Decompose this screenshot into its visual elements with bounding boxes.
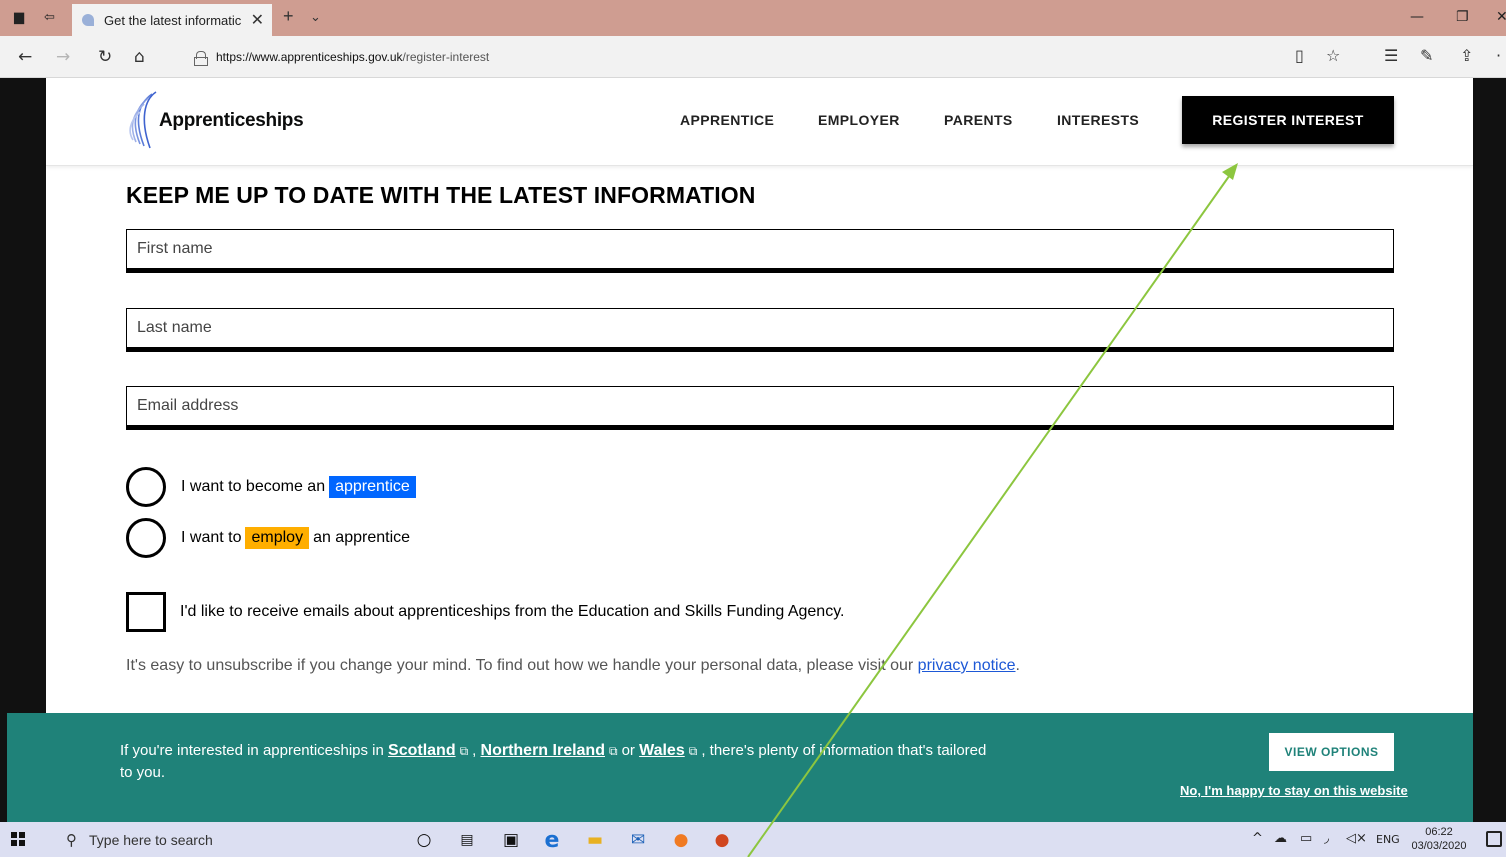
apprenticeships-logo[interactable]: Apprenticeships: [126, 90, 306, 150]
apprentice-highlight: apprentice: [329, 476, 416, 498]
view-options-button[interactable]: VIEW OPTIONS: [1269, 733, 1394, 771]
nav-interests[interactable]: INTERESTS: [1057, 112, 1139, 128]
external-link-icon: ⧉: [688, 744, 698, 758]
back-icon[interactable]: ←: [18, 47, 32, 67]
url-path: /register-interest: [402, 50, 490, 64]
site-favicon-icon: [82, 14, 94, 26]
banner-pre: If you're interested in apprenticeships …: [120, 742, 384, 759]
close-window-icon[interactable]: ✕: [1496, 9, 1506, 25]
stay-on-website-link[interactable]: No, I'm happy to stay on this website: [1180, 783, 1408, 798]
minimize-window-icon[interactable]: —: [1410, 9, 1424, 25]
language-indicator[interactable]: ENG: [1376, 833, 1400, 846]
radio-option-apprentice[interactable]: I want to become an apprentice: [126, 467, 420, 507]
more-menu-icon[interactable]: ·: [1496, 46, 1501, 65]
banner-or: or: [621, 742, 635, 759]
site-header: Apprenticeships APPRENTICE EMPLOYER PARE…: [46, 78, 1473, 166]
banner-comma: ,: [472, 742, 477, 759]
restore-window-icon[interactable]: ❐: [1456, 9, 1469, 25]
logo-text: Apprenticeships: [159, 110, 304, 131]
page-title: KEEP ME UP TO DATE WITH THE LATEST INFOR…: [126, 182, 756, 208]
taskbar-clock[interactable]: 06:22 03/03/2020: [1410, 825, 1468, 853]
radio-apprentice[interactable]: [126, 467, 166, 507]
tab-title: Get the latest informatic: [104, 12, 242, 28]
browser-address-bar: ← → ↻ ⌂ https://www.apprenticeships.gov.…: [0, 36, 1506, 78]
nav-parents[interactable]: PARENTS: [944, 112, 1013, 128]
email-consent-label: I'd like to receive emails about apprent…: [180, 603, 845, 620]
home-icon[interactable]: ⌂: [134, 47, 145, 67]
first-name-input[interactable]: [126, 229, 1394, 273]
tab-list-chevron-icon[interactable]: ⌄: [310, 9, 321, 25]
browser-tab-bar: ▆ ⇦ Get the latest informatic ✕ + ⌄ — ❐ …: [0, 0, 1506, 36]
favorite-star-icon[interactable]: ☆: [1326, 46, 1340, 65]
privacy-notice-link[interactable]: privacy notice: [918, 657, 1016, 674]
refresh-icon[interactable]: ↻: [98, 47, 112, 67]
volume-muted-icon[interactable]: ◁×: [1346, 831, 1367, 846]
radio-apprentice-label: I want to become an: [181, 478, 326, 495]
onedrive-icon[interactable]: ☁: [1274, 831, 1287, 846]
nav-employer[interactable]: EMPLOYER: [818, 112, 900, 128]
web-page: Apprenticeships APPRENTICE EMPLOYER PARE…: [46, 78, 1473, 822]
clock-date: 03/03/2020: [1411, 840, 1467, 852]
tab-actions-icon[interactable]: ▆: [14, 10, 24, 25]
radio-employer-label: I want to: [181, 529, 242, 546]
email-input[interactable]: [126, 386, 1394, 430]
lock-icon: [194, 50, 208, 66]
windows-taskbar: ⚲ Type here to search ○ ▤ ▣ e ▬ ✉ ● ● ^ …: [0, 822, 1506, 857]
maps-app-icon[interactable]: ●: [670, 829, 692, 851]
forward-icon[interactable]: →: [56, 47, 70, 67]
external-link-icon: ⧉: [459, 744, 469, 758]
banner-text: If you're interested in apprenticeships …: [120, 740, 1000, 784]
office-app-icon[interactable]: ●: [711, 829, 733, 851]
reading-view-icon[interactable]: ▯: [1295, 46, 1304, 65]
store-icon[interactable]: ▣: [500, 829, 522, 851]
scotland-link[interactable]: Scotland: [388, 742, 456, 759]
wifi-icon[interactable]: ◞: [1324, 831, 1329, 846]
employ-highlight: employ: [245, 527, 310, 549]
nav-apprentice[interactable]: APPRENTICE: [680, 112, 774, 128]
radio-employer[interactable]: [126, 518, 166, 558]
radio-employer-label-end: an apprentice: [313, 529, 411, 546]
privacy-note-text: It's easy to unsubscribe if you change y…: [126, 657, 914, 674]
email-consent-checkbox[interactable]: [126, 592, 166, 632]
mail-icon[interactable]: ✉: [627, 829, 649, 851]
cortana-icon[interactable]: ○: [413, 829, 435, 851]
search-icon: ⚲: [66, 830, 77, 849]
windows-start-icon[interactable]: [11, 832, 25, 846]
browser-tab[interactable]: Get the latest informatic ✕: [72, 4, 272, 36]
privacy-note-end: .: [1015, 657, 1020, 674]
page-viewport: Apprenticeships APPRENTICE EMPLOYER PARE…: [0, 78, 1506, 822]
favorites-hub-icon[interactable]: ☰: [1384, 46, 1398, 65]
share-icon[interactable]: ⇪: [1460, 46, 1473, 65]
close-tab-icon[interactable]: ✕: [251, 10, 264, 30]
edge-icon[interactable]: e: [541, 828, 563, 853]
file-explorer-icon[interactable]: ▬: [584, 829, 606, 851]
taskbar-search-placeholder: Type here to search: [89, 831, 213, 848]
external-link-icon: ⧉: [608, 744, 618, 758]
northern-ireland-link[interactable]: Northern Ireland: [481, 742, 605, 759]
radio-option-employer[interactable]: I want to employ an apprentice: [126, 518, 410, 558]
pen-notes-icon[interactable]: ✎: [1420, 46, 1433, 65]
wales-link[interactable]: Wales: [639, 742, 685, 759]
register-interest-button[interactable]: REGISTER INTEREST: [1182, 96, 1394, 144]
show-hidden-icons-icon[interactable]: ^: [1252, 831, 1263, 846]
action-center-icon[interactable]: [1486, 831, 1502, 847]
url-field[interactable]: https://www.apprenticeships.gov.uk/regis…: [182, 43, 1362, 71]
devolved-nations-banner: If you're interested in apprenticeships …: [7, 713, 1473, 822]
battery-icon[interactable]: ▭: [1300, 831, 1312, 846]
taskbar-search-box[interactable]: ⚲ Type here to search: [48, 822, 388, 857]
clock-time: 06:22: [1425, 826, 1453, 838]
url-host: https://www.apprenticeships.gov.uk: [216, 50, 403, 64]
new-tab-icon[interactable]: +: [283, 6, 294, 27]
privacy-note: It's easy to unsubscribe if you change y…: [126, 657, 1020, 675]
task-view-icon[interactable]: ▤: [456, 829, 478, 851]
set-aside-tabs-icon[interactable]: ⇦: [44, 10, 55, 25]
email-consent-option[interactable]: I'd like to receive emails about apprent…: [126, 592, 844, 632]
last-name-input[interactable]: [126, 308, 1394, 352]
